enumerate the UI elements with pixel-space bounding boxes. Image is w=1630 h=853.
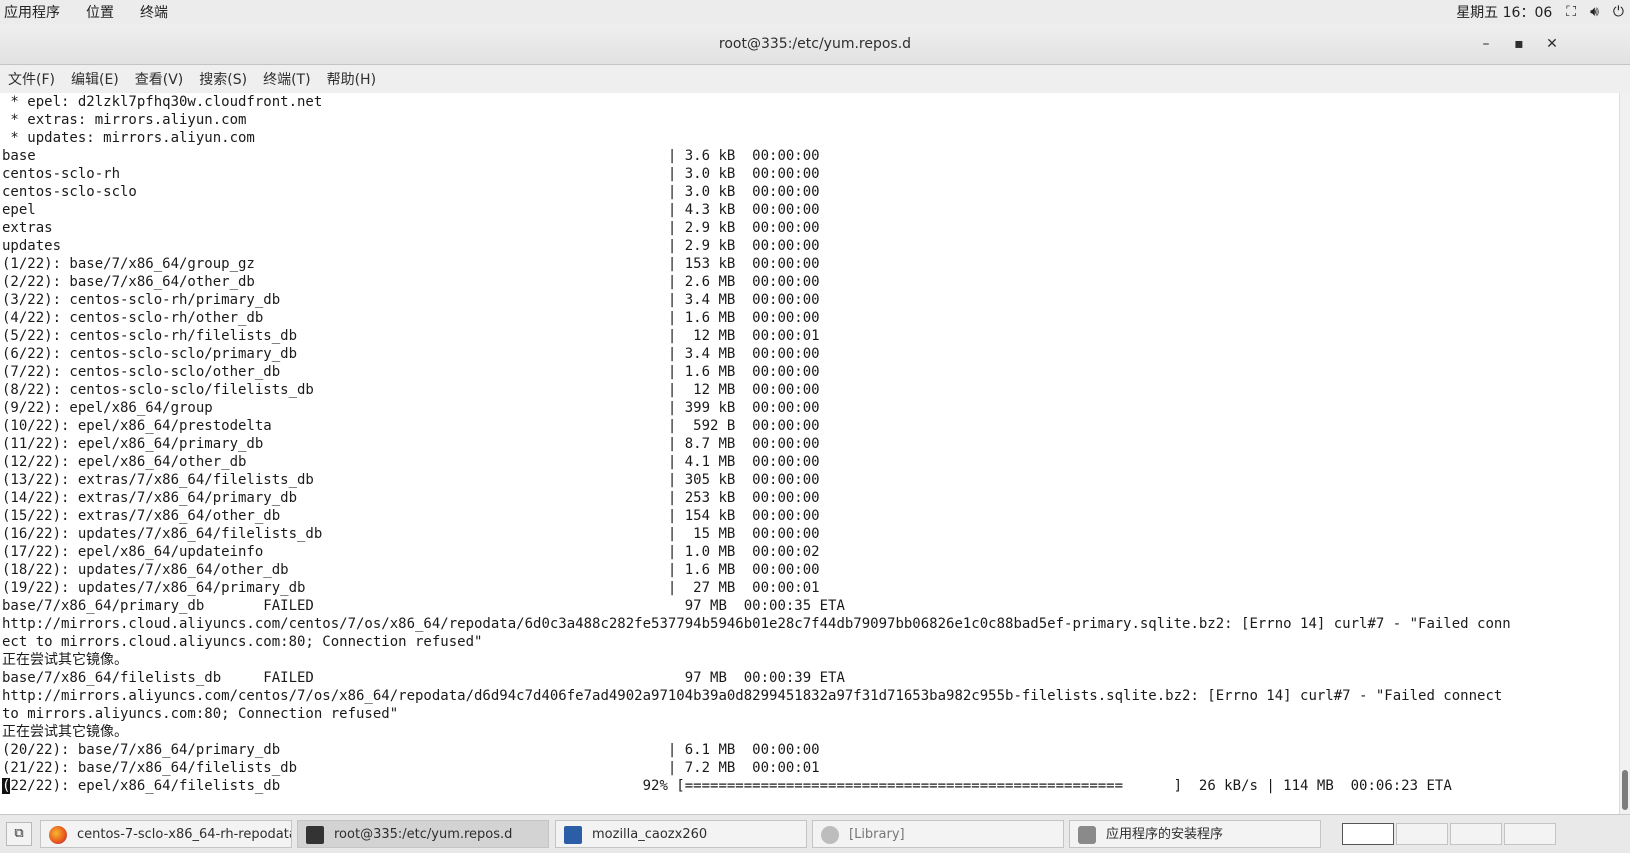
terminal-line: http://mirrors.aliyuncs.com/centos/7/os/… (2, 688, 1503, 704)
terminal-line: updates | 2.9 kB 00:00:00 (2, 238, 820, 254)
minimize-button[interactable]: – (1474, 32, 1498, 56)
terminal-line: (18/22): updates/7/x86_64/other_db | 1.6… (2, 562, 820, 578)
menu-help[interactable]: 帮助(H) (327, 69, 376, 89)
terminal-line: * updates: mirrors.aliyun.com (2, 130, 255, 146)
workspace-2[interactable] (1396, 823, 1448, 845)
scrollbar-thumb[interactable] (1622, 770, 1628, 810)
terminal-line: epel | 4.3 kB 00:00:00 (2, 202, 820, 218)
progress-bar: ========================================… (684, 778, 1124, 794)
terminal-line: (6/22): centos-sclo-sclo/primary_db | 3.… (2, 346, 820, 362)
taskbar: ⧉ centos-7-sclo-x86_64-rh-repodata... ro… (0, 814, 1630, 853)
volume-icon[interactable]: 🔊︎ (1590, 4, 1599, 20)
terminal-line: (11/22): epel/x86_64/primary_db | 8.7 MB… (2, 436, 820, 452)
system-top-bar: 应用程序 位置 终端 星期五 16：06 ⛶ 🔊︎ ⏻ (0, 0, 1630, 25)
workspace-3[interactable] (1450, 823, 1502, 845)
close-button[interactable]: ✕ (1540, 32, 1564, 56)
window-titlebar[interactable]: root@335:/etc/yum.repos.d – ▪ ✕ (0, 24, 1630, 65)
terminal-line: (13/22): extras/7/x86_64/filelists_db | … (2, 472, 820, 488)
maximize-button[interactable]: ▪ (1507, 32, 1531, 56)
taskbar-item-installer[interactable]: 应用程序的安装程序 (1069, 820, 1321, 848)
clock[interactable]: 星期五 16：06 (1456, 2, 1552, 22)
taskbar-item-library[interactable]: [Library] (812, 820, 1064, 848)
terminal-line: (17/22): epel/x86_64/updateinfo | 1.0 MB… (2, 544, 820, 560)
terminal-line: (8/22): centos-sclo-sclo/filelists_db | … (2, 382, 820, 398)
terminal-line: base/7/x86_64/filelists_db FAILED 97 MB … (2, 670, 845, 686)
menu-view[interactable]: 查看(V) (135, 69, 184, 89)
terminal-line: (16/22): updates/7/x86_64/filelists_db |… (2, 526, 820, 542)
terminal-line: (7/22): centos-sclo-sclo/other_db | 1.6 … (2, 364, 820, 380)
menu-terminal[interactable]: 终端(T) (263, 69, 310, 89)
menu-edit[interactable]: 编辑(E) (71, 69, 119, 89)
file-manager-icon (564, 826, 582, 844)
terminal-output[interactable]: * epel: d2lzkl7pfhq30w.cloudfront.net * … (0, 93, 1620, 814)
terminal-line: (15/22): extras/7/x86_64/other_db | 154 … (2, 508, 820, 524)
terminal-line: (2/22): base/7/x86_64/other_db | 2.6 MB … (2, 274, 820, 290)
terminal-line: (19/22): updates/7/x86_64/primary_db | 2… (2, 580, 820, 596)
terminal-line: 正在尝试其它镜像。 (2, 652, 128, 668)
window-title: root@335:/etc/yum.repos.d (718, 36, 912, 52)
terminal-line: (10/22): epel/x86_64/prestodelta | 592 B… (2, 418, 820, 434)
terminal-icon (306, 826, 324, 844)
terminal-line: base | 3.6 kB 00:00:00 (2, 148, 820, 164)
terminal-scrollbar[interactable] (1619, 93, 1630, 814)
taskbar-item-label: 应用程序的安装程序 (1106, 827, 1224, 842)
terminal-line: extras | 2.9 kB 00:00:00 (2, 220, 820, 236)
terminal-line: (20/22): base/7/x86_64/primary_db | 6.1 … (2, 742, 820, 758)
taskbar-item-file-manager[interactable]: mozilla_caozx260 (555, 820, 807, 848)
terminal-line: * extras: mirrors.aliyun.com (2, 112, 247, 128)
progress-text: 22/22): epel/x86_64/filelists_db 92% [ (10, 778, 685, 794)
taskbar-item-terminal[interactable]: root@335:/etc/yum.repos.d (297, 820, 549, 848)
taskbar-item-label: [Library] (849, 827, 905, 842)
firefox-icon (821, 826, 839, 844)
progress-stats: ] 26 kB/s | 114 MB 00:06:23 ETA (1123, 778, 1452, 794)
terminal-line: (5/22): centos-sclo-rh/filelists_db | 12… (2, 328, 820, 344)
terminal-line: base/7/x86_64/primary_db FAILED 97 MB 00… (2, 598, 845, 614)
terminal-line: * epel: d2lzkl7pfhq30w.cloudfront.net (2, 94, 323, 110)
firefox-icon (49, 826, 67, 844)
menu-file[interactable]: 文件(F) (8, 69, 55, 89)
places-menu[interactable]: 位置 (86, 2, 114, 22)
terminal-line: 正在尝试其它镜像。 (2, 724, 128, 740)
applications-menu[interactable]: 应用程序 (4, 2, 60, 22)
workspace-1[interactable] (1342, 823, 1394, 845)
terminal-line: to mirrors.aliyuncs.com:80; Connection r… (2, 706, 399, 722)
terminal-line: (9/22): epel/x86_64/group | 399 kB 00:00… (2, 400, 820, 416)
terminal-line: (3/22): centos-sclo-rh/primary_db | 3.4 … (2, 292, 820, 308)
network-icon[interactable]: ⛶ (1566, 4, 1576, 20)
terminal-line: (21/22): base/7/x86_64/filelists_db | 7.… (2, 760, 820, 776)
terminal-line: (12/22): epel/x86_64/other_db | 4.1 MB 0… (2, 454, 820, 470)
taskbar-item-firefox-repodata[interactable]: centos-7-sclo-x86_64-rh-repodata... (40, 820, 292, 848)
taskbar-item-label: centos-7-sclo-x86_64-rh-repodata... (77, 827, 292, 842)
terminal-line: (1/22): base/7/x86_64/group_gz | 153 kB … (2, 256, 820, 272)
terminal-line: ect to mirrors.cloud.aliyuncs.com:80; Co… (2, 634, 483, 650)
terminal-progress-line: (22/22): epel/x86_64/filelists_db 92% [=… (0, 777, 1620, 795)
terminal-line: http://mirrors.cloud.aliyuncs.com/centos… (2, 616, 1511, 632)
terminal-line: centos-sclo-sclo | 3.0 kB 00:00:00 (2, 184, 820, 200)
menu-search[interactable]: 搜索(S) (199, 69, 247, 89)
taskbar-item-label: mozilla_caozx260 (592, 827, 708, 842)
power-icon[interactable]: ⏻ (1613, 4, 1624, 20)
terminal-menu[interactable]: 终端 (140, 2, 168, 22)
terminal-line: (14/22): extras/7/x86_64/primary_db | 25… (2, 490, 820, 506)
taskbar-item-label: root@335:/etc/yum.repos.d (334, 827, 513, 842)
installer-icon (1078, 826, 1096, 844)
terminal-line: centos-sclo-rh | 3.0 kB 00:00:00 (2, 166, 820, 182)
workspace-4[interactable] (1504, 823, 1556, 845)
terminal-line: (4/22): centos-sclo-rh/other_db | 1.6 MB… (2, 310, 820, 326)
show-desktop-icon[interactable]: ⧉ (6, 822, 32, 846)
menu-bar: 文件(F) 编辑(E) 查看(V) 搜索(S) 终端(T) 帮助(H) (0, 65, 1630, 94)
